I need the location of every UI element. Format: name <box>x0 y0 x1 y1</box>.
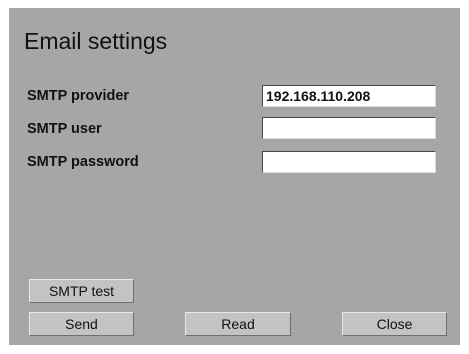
smtp-password-input[interactable] <box>262 151 436 173</box>
smtp-test-button[interactable]: SMTP test <box>29 279 134 303</box>
dialog-title: Email settings <box>24 28 168 54</box>
smtp-password-label: SMTP password <box>27 154 139 170</box>
send-button[interactable]: Send <box>29 312 134 336</box>
smtp-user-label: SMTP user <box>27 121 102 137</box>
close-button[interactable]: Close <box>342 312 447 336</box>
smtp-provider-input[interactable] <box>262 85 436 107</box>
smtp-provider-label: SMTP provider <box>27 88 130 104</box>
email-settings-dialog: Email settings SMTP provider SMTP user S… <box>9 8 460 345</box>
read-button[interactable]: Read <box>185 312 291 336</box>
smtp-user-input[interactable] <box>262 117 436 139</box>
